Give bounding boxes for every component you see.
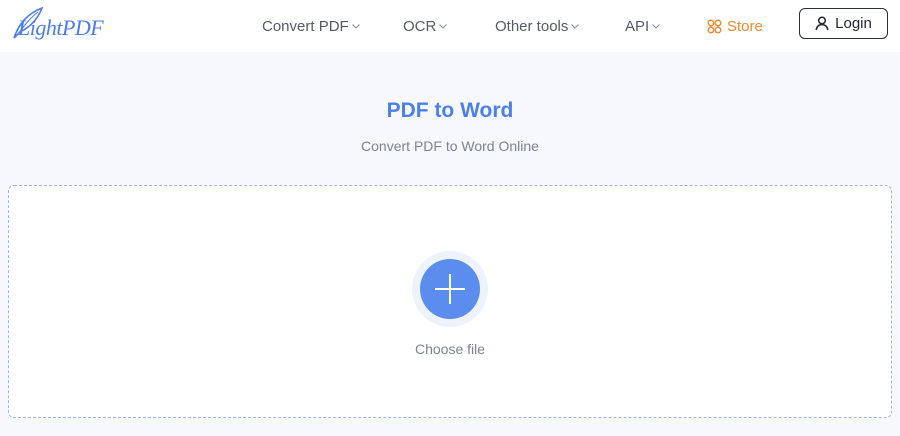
nav-api[interactable]: API (625, 16, 661, 36)
choose-file-label: Choose file (414, 341, 486, 357)
choose-file-circle (420, 259, 480, 319)
nav-store[interactable]: Store (707, 16, 763, 36)
user-icon (815, 16, 829, 31)
login-button[interactable]: Login (799, 8, 888, 39)
login-label: Login (835, 15, 872, 32)
nav-store-label: Store (727, 17, 763, 35)
nav-api-label: API (625, 17, 650, 35)
chevron-down-icon (652, 24, 661, 29)
chevron-down-icon (439, 24, 448, 29)
page-subtitle: Convert PDF to Word Online (361, 138, 539, 154)
choose-file-button[interactable] (412, 251, 488, 327)
nav-other-tools[interactable]: Other tools (495, 16, 580, 36)
nav-ocr-label: OCR (403, 17, 437, 35)
page-title: PDF to Word (386, 99, 514, 122)
nav-convert-pdf[interactable]: Convert PDF (262, 16, 361, 36)
nav-convert-pdf-label: Convert PDF (262, 17, 349, 35)
top-header: LightPDF Convert PDF OCR Other tools API (0, 0, 900, 52)
store-icon (707, 19, 722, 33)
plus-icon (435, 274, 465, 304)
chevron-down-icon (571, 24, 580, 29)
main-nav: Convert PDF OCR Other tools API Store (0, 0, 900, 52)
chevron-down-icon (351, 24, 360, 29)
nav-ocr[interactable]: OCR (403, 16, 448, 36)
nav-other-tools-label: Other tools (495, 17, 569, 35)
